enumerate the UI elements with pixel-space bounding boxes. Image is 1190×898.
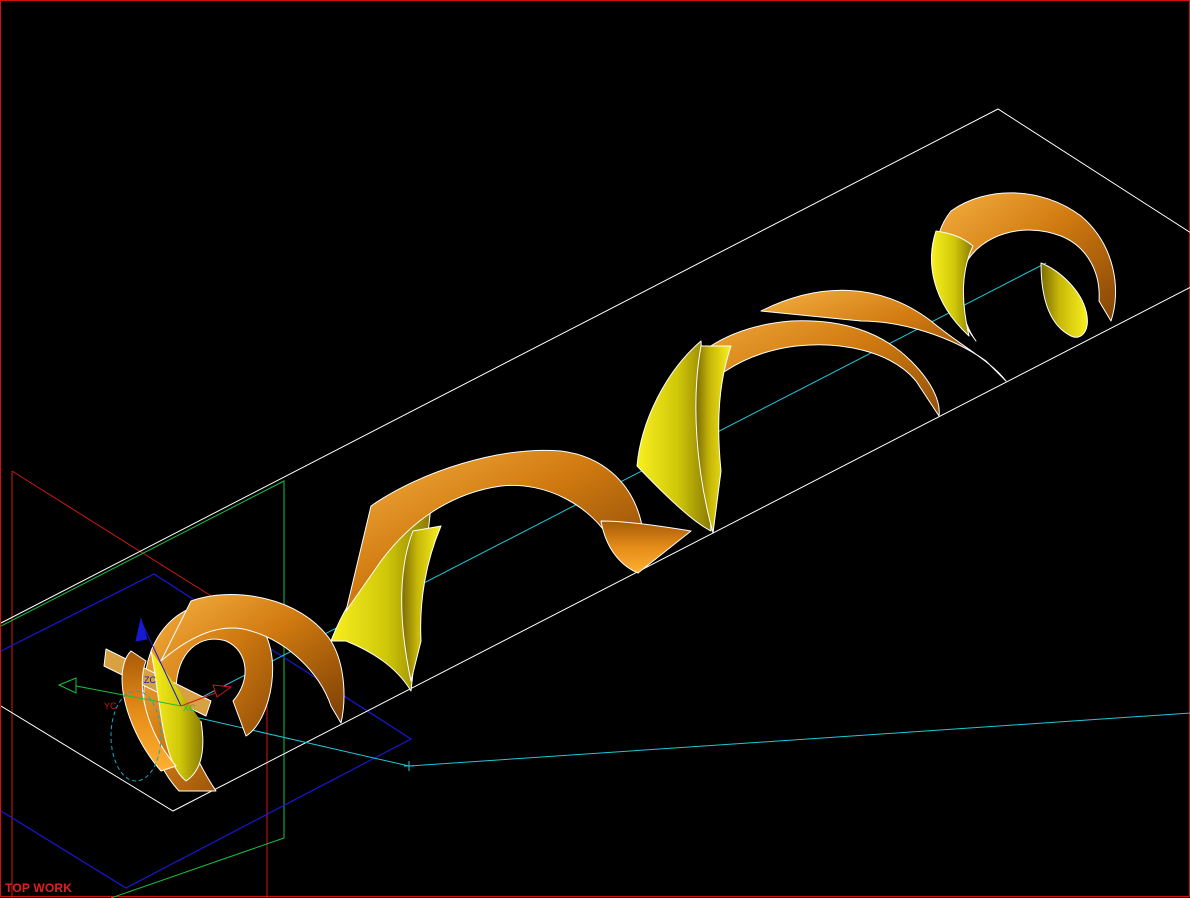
triad-xc-label: XC: [183, 703, 196, 713]
model-scene[interactable]: ZC YC XC: [1, 1, 1190, 898]
view-name-label: TOP WORK: [5, 881, 73, 895]
graphics-viewport[interactable]: ZC YC XC TOP WORK: [0, 0, 1190, 898]
triad-yc-label: YC: [104, 701, 117, 711]
helix-axis[interactable]: [150, 262, 1190, 771]
triad-zc-label: ZC: [144, 675, 156, 685]
